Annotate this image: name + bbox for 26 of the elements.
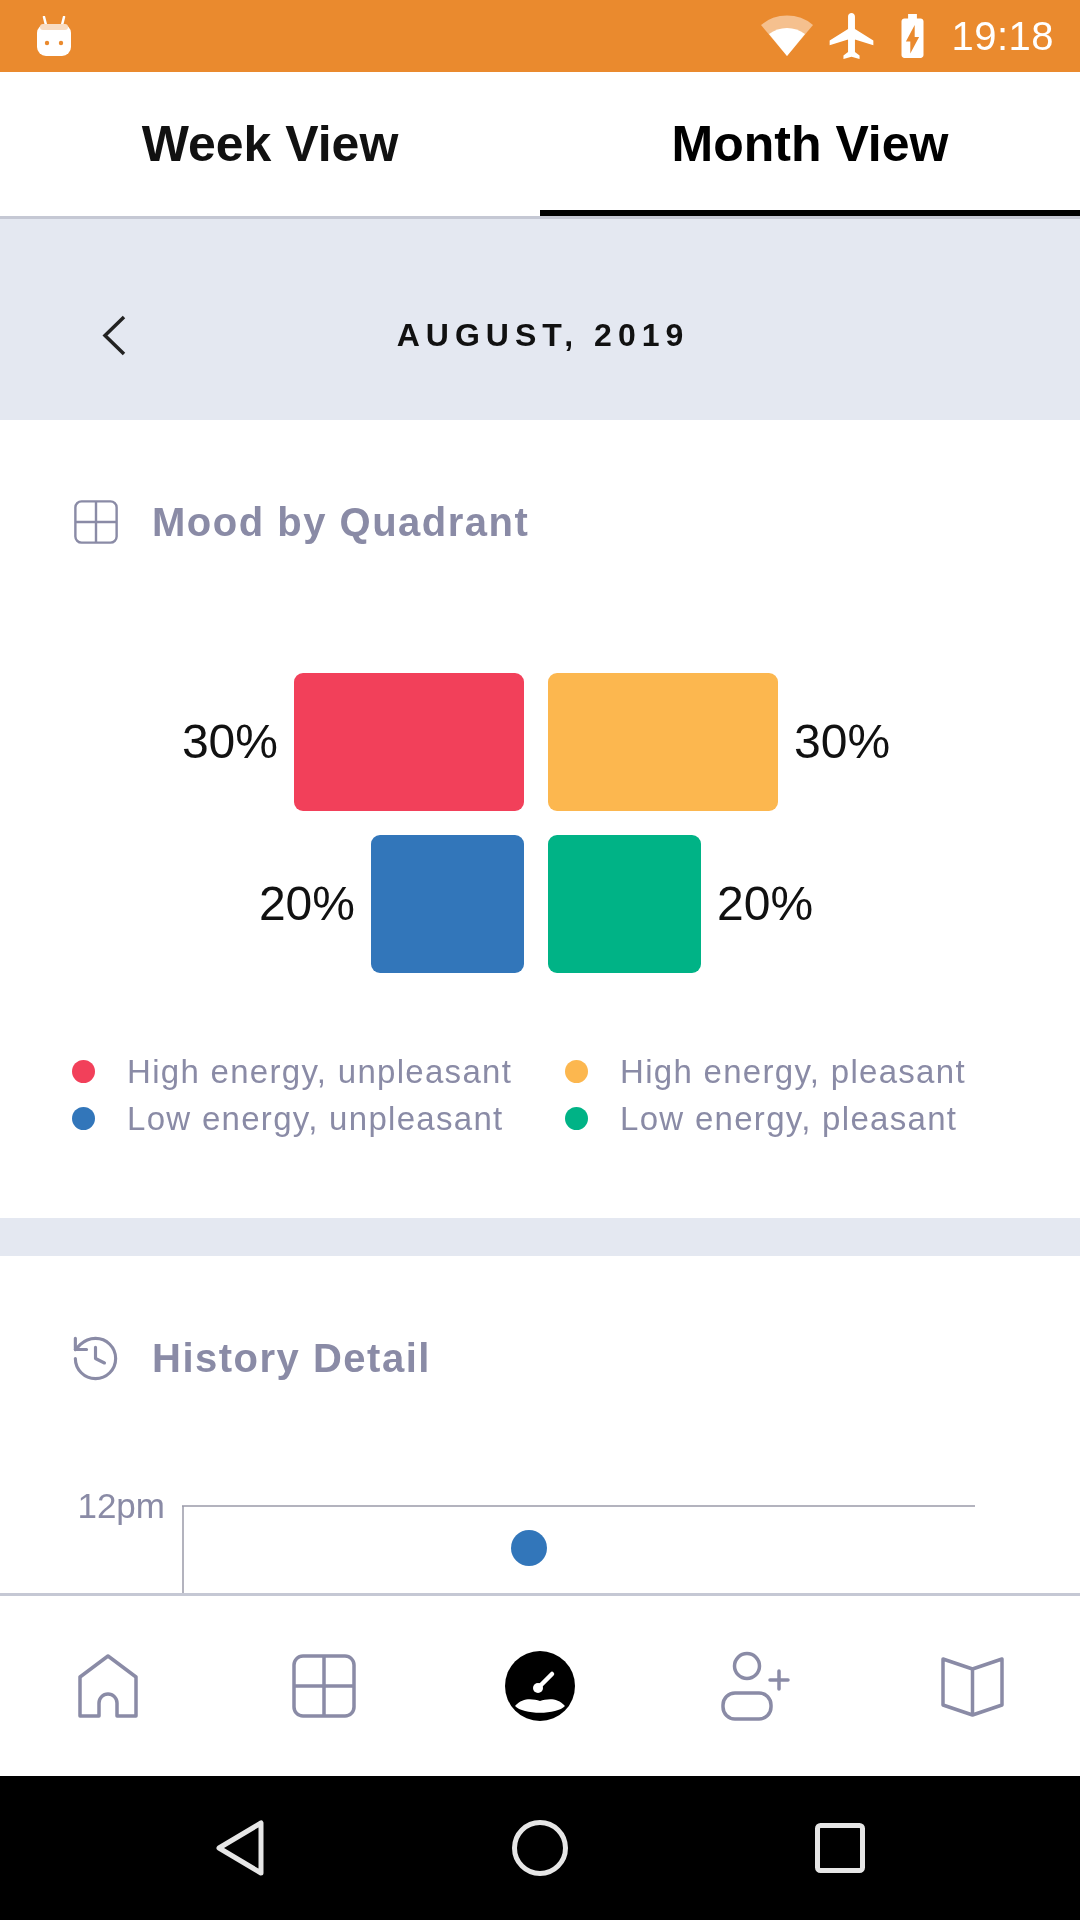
gauge-icon[interactable] xyxy=(505,1651,575,1721)
data-point xyxy=(511,1530,547,1566)
percent-label: 20% xyxy=(258,880,355,928)
percent-label: 30% xyxy=(181,718,278,766)
legend-label: Low energy, pleasant xyxy=(620,1098,958,1139)
robot-icon xyxy=(36,15,72,57)
legend-label: High energy, unpleasant xyxy=(127,1051,513,1092)
percent-label: 30% xyxy=(794,718,891,766)
airplane-icon xyxy=(829,13,875,59)
back-icon[interactable] xyxy=(216,1820,264,1876)
percent-label: 20% xyxy=(717,880,814,928)
book-icon[interactable] xyxy=(940,1655,1004,1717)
add-user-icon[interactable] xyxy=(720,1651,792,1721)
section-title: History Detail xyxy=(152,1336,431,1381)
month-title: AUGUST, 2019 xyxy=(396,317,690,354)
grid-icon[interactable] xyxy=(292,1654,356,1718)
chevron-left-icon[interactable] xyxy=(102,315,126,356)
wifi-icon xyxy=(760,15,815,57)
history-icon xyxy=(72,1335,119,1382)
recent-apps-icon[interactable] xyxy=(815,1823,865,1873)
status-time: 19:18 xyxy=(951,16,1054,56)
axis-tick-label: 12pm xyxy=(77,1486,165,1526)
grid-icon xyxy=(74,500,118,544)
legend-label: Low energy, unpleasant xyxy=(127,1098,504,1139)
section-title: Mood by Quadrant xyxy=(152,499,530,545)
legend-label: High energy, pleasant xyxy=(620,1051,966,1092)
